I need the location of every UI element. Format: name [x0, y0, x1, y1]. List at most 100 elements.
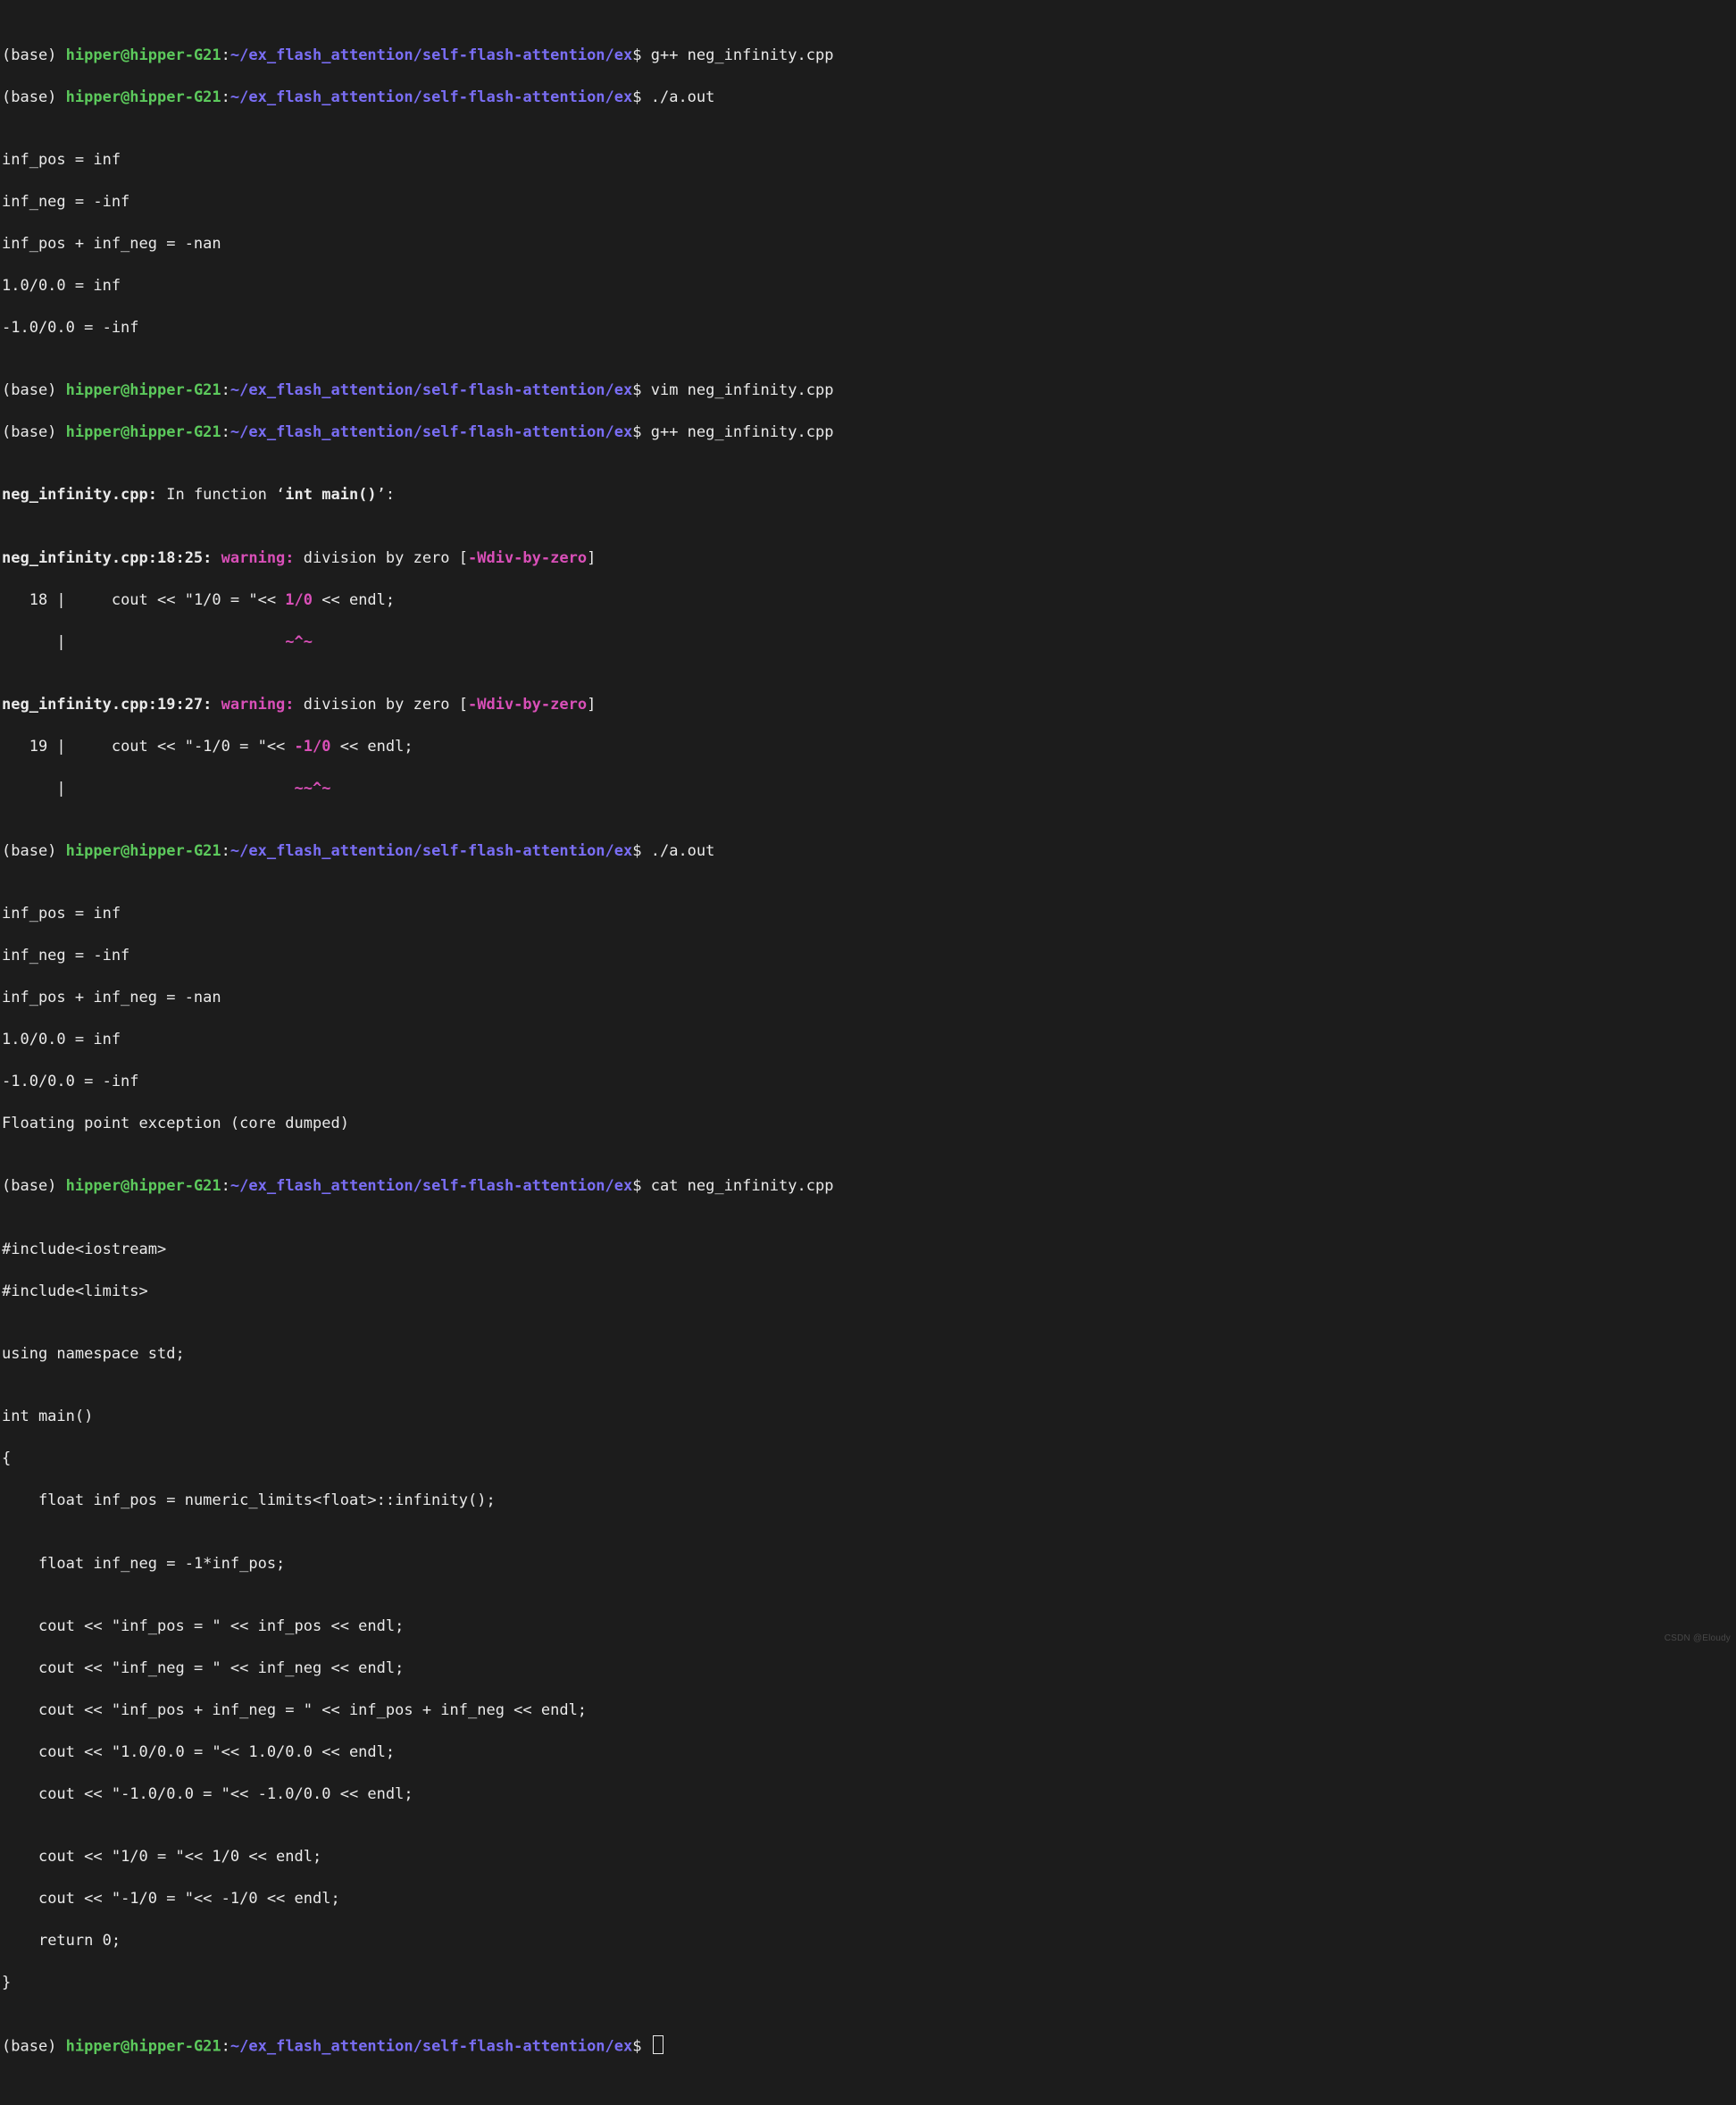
prompt-dollar: $ [632, 46, 650, 64]
caret-pad: | [2, 633, 285, 651]
prompt-colon: : [221, 423, 230, 441]
prompt-path: ~/ex_flash_attention/self-flash-attentio… [230, 842, 632, 860]
output-line: Floating point exception (core dumped) [2, 1114, 1731, 1134]
prompt-env: (base) [2, 423, 66, 441]
prompt-env: (base) [2, 88, 66, 106]
source-line: cout << "1/0 = "<< 1/0 << endl; [2, 1847, 1731, 1867]
output-line: inf_pos + inf_neg = -nan [2, 988, 1731, 1008]
code-highlight: 1/0 [285, 591, 313, 609]
warning-message: division by zero [ [295, 696, 468, 714]
prompt-dollar: $ [632, 842, 650, 860]
code-fragment: << endl; [313, 591, 395, 609]
warning-message: ] [587, 549, 596, 567]
prompt-line: (base) hipper@hipper-G21:~/ex_flash_atte… [2, 422, 1731, 443]
output-line: inf_pos = inf [2, 904, 1731, 924]
warning-message: division by zero [ [295, 549, 468, 567]
code-highlight: -1/0 [295, 738, 331, 756]
source-line: using namespace std; [2, 1344, 1731, 1365]
warning-label: warning: [221, 549, 295, 567]
code-fragment: 18 | cout << "1/0 = "<< [2, 591, 285, 609]
prompt-line-active[interactable]: (base) hipper@hipper-G21:~/ex_flash_atte… [2, 2035, 1731, 2058]
output-line: inf_neg = -inf [2, 946, 1731, 966]
prompt-user: hipper@hipper-G21 [66, 88, 221, 106]
prompt-user: hipper@hipper-G21 [66, 423, 221, 441]
prompt-line: (base) hipper@hipper-G21:~/ex_flash_atte… [2, 841, 1731, 862]
code-fragment: 19 | cout << "-1/0 = "<< [2, 738, 295, 756]
output-line: 1.0/0.0 = inf [2, 1030, 1731, 1050]
terminal[interactable]: (base) hipper@hipper-G21:~/ex_flash_atte… [0, 0, 1736, 2105]
caret-pad: | [2, 780, 295, 798]
command-text: ./a.out [651, 88, 715, 106]
command-text: g++ neg_infinity.cpp [651, 423, 834, 441]
compiler-func: int main() [285, 486, 376, 504]
source-line: #include<iostream> [2, 1240, 1731, 1260]
source-line: float inf_neg = -1*inf_pos; [2, 1554, 1731, 1575]
prompt-colon: : [221, 2038, 230, 2056]
compiler-text: ’: [377, 486, 395, 504]
prompt-path: ~/ex_flash_attention/self-flash-attentio… [230, 423, 632, 441]
source-line: int main() [2, 1407, 1731, 1427]
prompt-dollar: $ [632, 88, 650, 106]
prompt-colon: : [221, 1177, 230, 1195]
prompt-colon: : [221, 88, 230, 106]
prompt-user: hipper@hipper-G21 [66, 1177, 221, 1195]
source-line: { [2, 1449, 1731, 1469]
prompt-path: ~/ex_flash_attention/self-flash-attentio… [230, 46, 632, 64]
prompt-env: (base) [2, 2038, 66, 2056]
command-text: cat neg_infinity.cpp [651, 1177, 834, 1195]
compiler-context: neg_infinity.cpp: In function ‘int main(… [2, 485, 1731, 505]
output-line: 1.0/0.0 = inf [2, 276, 1731, 297]
source-line: } [2, 1973, 1731, 1993]
prompt-colon: : [221, 46, 230, 64]
source-line: cout << "inf_neg = " << inf_neg << endl; [2, 1658, 1731, 1679]
prompt-path: ~/ex_flash_attention/self-flash-attentio… [230, 2038, 632, 2056]
prompt-colon: : [221, 381, 230, 399]
caret-marker: ~~^~ [295, 780, 331, 798]
source-line: cout << "inf_pos + inf_neg = " << inf_po… [2, 1700, 1731, 1721]
source-line: cout << "-1/0 = "<< -1/0 << endl; [2, 1889, 1731, 1909]
watermark-text: CSDN @Eloudy [1665, 1633, 1731, 1645]
prompt-line: (base) hipper@hipper-G21:~/ex_flash_atte… [2, 380, 1731, 401]
prompt-path: ~/ex_flash_attention/self-flash-attentio… [230, 1177, 632, 1195]
output-line: -1.0/0.0 = -inf [2, 318, 1731, 338]
prompt-dollar: $ [632, 381, 650, 399]
source-line: cout << "inf_pos = " << inf_pos << endl; [2, 1616, 1731, 1637]
prompt-user: hipper@hipper-G21 [66, 46, 221, 64]
compiler-text: In function ‘ [157, 486, 285, 504]
prompt-env: (base) [2, 46, 66, 64]
compiler-code-line: 18 | cout << "1/0 = "<< 1/0 << endl; [2, 590, 1731, 611]
prompt-line: (base) hipper@hipper-G21:~/ex_flash_atte… [2, 88, 1731, 108]
prompt-dollar: $ [632, 1177, 650, 1195]
output-line: -1.0/0.0 = -inf [2, 1072, 1731, 1092]
compiler-caret-line: | ~^~ [2, 632, 1731, 653]
output-line: inf_pos + inf_neg = -nan [2, 234, 1731, 255]
command-text: g++ neg_infinity.cpp [651, 46, 834, 64]
warning-location: neg_infinity.cpp:18:25: [2, 549, 221, 567]
caret-marker: ~^~ [285, 633, 313, 651]
compiler-warning: neg_infinity.cpp:18:25: warning: divisio… [2, 548, 1731, 569]
compiler-caret-line: | ~~^~ [2, 779, 1731, 799]
prompt-env: (base) [2, 381, 66, 399]
prompt-dollar: $ [632, 423, 650, 441]
command-text: vim neg_infinity.cpp [651, 381, 834, 399]
warning-label: warning: [221, 696, 295, 714]
output-line: inf_pos = inf [2, 150, 1731, 171]
cursor-icon [653, 2035, 664, 2054]
command-text: ./a.out [651, 842, 715, 860]
warning-flag: -Wdiv-by-zero [468, 696, 587, 714]
prompt-line: (base) hipper@hipper-G21:~/ex_flash_atte… [2, 46, 1731, 66]
compiler-file: neg_infinity.cpp: [2, 486, 157, 504]
prompt-dollar: $ [632, 2038, 650, 2056]
prompt-path: ~/ex_flash_attention/self-flash-attentio… [230, 88, 632, 106]
prompt-line: (base) hipper@hipper-G21:~/ex_flash_atte… [2, 1176, 1731, 1197]
warning-location: neg_infinity.cpp:19:27: [2, 696, 221, 714]
source-line: cout << "1.0/0.0 = "<< 1.0/0.0 << endl; [2, 1742, 1731, 1763]
source-line: float inf_pos = numeric_limits<float>::i… [2, 1491, 1731, 1511]
source-line: cout << "-1.0/0.0 = "<< -1.0/0.0 << endl… [2, 1784, 1731, 1805]
warning-flag: -Wdiv-by-zero [468, 549, 587, 567]
warning-message: ] [587, 696, 596, 714]
prompt-colon: : [221, 842, 230, 860]
source-line: #include<limits> [2, 1282, 1731, 1302]
prompt-path: ~/ex_flash_attention/self-flash-attentio… [230, 381, 632, 399]
code-fragment: << endl; [330, 738, 413, 756]
